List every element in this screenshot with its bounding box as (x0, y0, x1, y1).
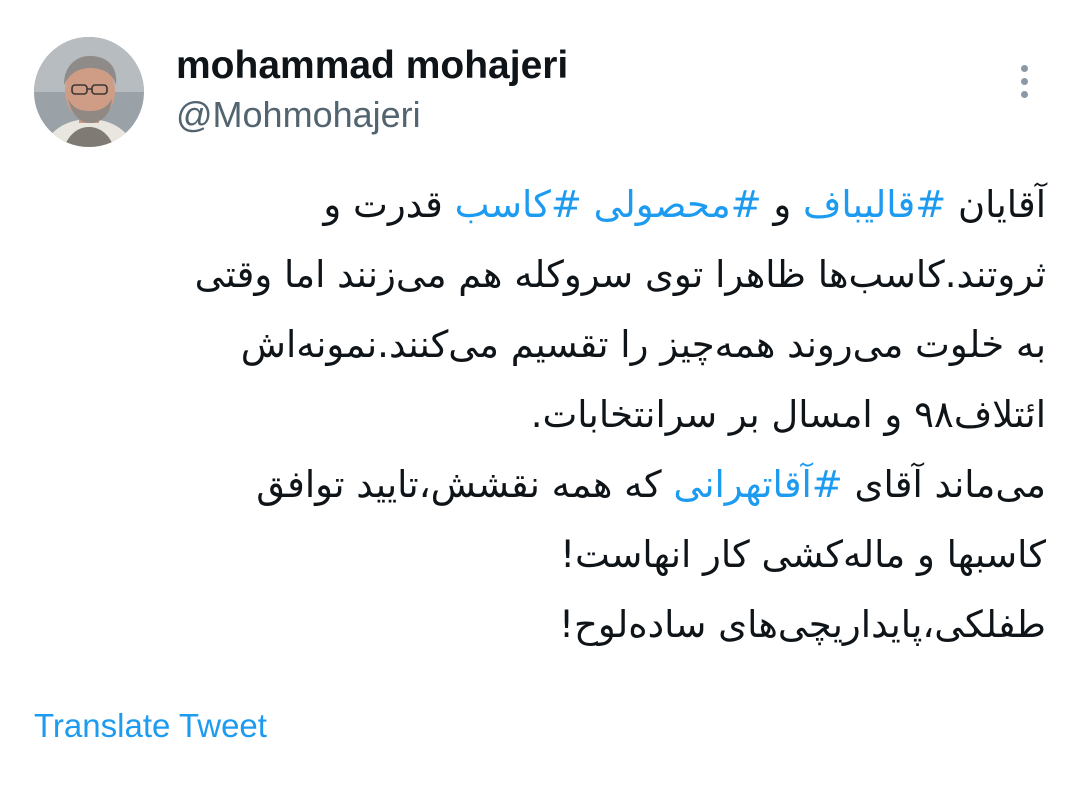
hashtag-link[interactable]: #کاسب (455, 183, 582, 226)
more-vertical-icon (1020, 90, 1028, 98)
author-handle[interactable]: @Mohmohajeri (176, 92, 421, 138)
tweet-text-line: کاسبها و ماله‌کشی کار انهاست! (30, 520, 1046, 590)
profile-photo (34, 37, 144, 147)
more-options-button[interactable] (1004, 56, 1044, 106)
hashtag-link[interactable]: #قالیباف (803, 183, 946, 226)
avatar[interactable] (34, 37, 144, 147)
tweet-text-segment: ثروتند.کاسب‌ها ظاهرا توی سروکله هم می‌زن… (194, 253, 1046, 296)
translate-tweet-link[interactable]: Translate Tweet (34, 704, 267, 748)
more-vertical-icon (1020, 64, 1028, 72)
tweet-text-segment: قدرت و (323, 183, 455, 226)
tweet-text-segment: آقایان (946, 183, 1046, 226)
tweet-text-segment (582, 183, 594, 226)
tweet-text-segment: ائتلاف۹۸ و امسال بر سرانتخابات. (530, 393, 1046, 436)
tweet-text-segment: که همه نقشش،تایید توافق (256, 463, 674, 506)
tweet-text-line: آقایان #قالیباف و #محصولی #کاسب قدرت و (30, 170, 1046, 240)
tweet-text-line: طفلکی،پایداریچی‌های ساده‌لوح! (30, 590, 1046, 660)
author-display-name[interactable]: mohammad mohajeri (176, 42, 568, 90)
tweet-text: آقایان #قالیباف و #محصولی #کاسب قدرت و ثر… (30, 170, 1046, 660)
tweet-text-segment: به خلوت می‌روند همه‌چیز را تقسیم می‌کنند… (240, 323, 1046, 366)
hashtag-link[interactable]: #محصولی (594, 183, 762, 226)
tweet-text-segment: و (761, 183, 804, 226)
tweet-text-line: ثروتند.کاسب‌ها ظاهرا توی سروکله هم می‌زن… (30, 240, 1046, 310)
tweet-text-line: ائتلاف۹۸ و امسال بر سرانتخابات. (30, 380, 1046, 450)
tweet-text-segment: می‌ماند آقای (842, 463, 1046, 506)
hashtag-link[interactable]: #آقاتهرانی (673, 463, 842, 506)
tweet-text-line: به خلوت می‌روند همه‌چیز را تقسیم می‌کنند… (30, 310, 1046, 380)
more-vertical-icon (1020, 77, 1028, 85)
tweet-text-segment: طفلکی،پایداریچی‌های ساده‌لوح! (559, 603, 1046, 646)
tweet-text-segment: کاسبها و ماله‌کشی کار انهاست! (560, 533, 1046, 576)
tweet-text-line: می‌ماند آقای #آقاتهرانی که همه نقشش،تایی… (30, 450, 1046, 520)
